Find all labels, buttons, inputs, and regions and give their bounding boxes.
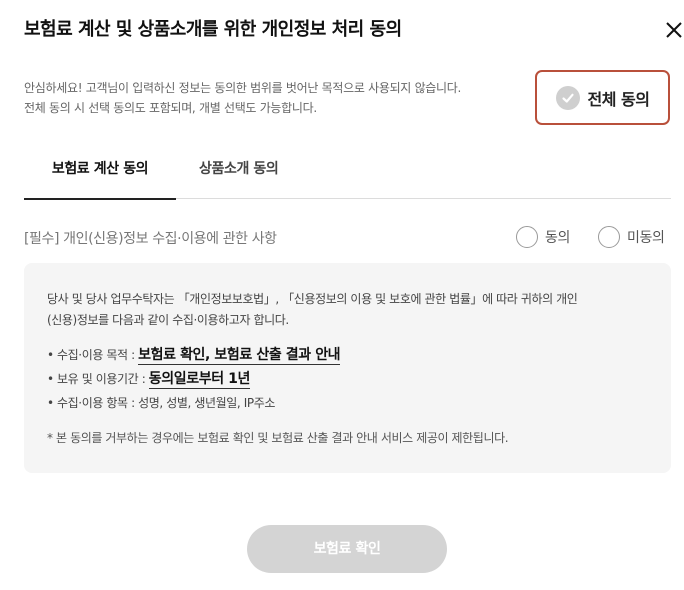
details-list: • 수집·이용 목적 : 보험료 확인, 보험료 산출 결과 안내 • 보유 및 이… <box>47 343 341 415</box>
bullet-dot-icon: • <box>47 348 54 362</box>
close-icon[interactable] <box>664 20 684 40</box>
item-value: 보험료 확인, 보험료 산출 결과 안내 <box>138 347 341 365</box>
item-value: 동의일로부터 1년 <box>148 371 250 389</box>
agree-all-button[interactable]: 전체 동의 <box>535 70 670 125</box>
disagree-radio[interactable]: 미동의 <box>598 226 665 248</box>
agree-radio[interactable]: 동의 <box>516 226 570 248</box>
details-intro: 당사 및 당사 업무수탁자는 「개인정보보호법」, 「신용정보의 이용 및 보호… <box>47 289 578 331</box>
radio-circle-icon[interactable] <box>598 226 620 248</box>
list-item: • 보유 및 이용기간 : 동의일로부터 1년 <box>47 367 340 391</box>
bullet-dot-icon: • <box>47 372 54 386</box>
notice-line-2: 전체 동의 시 선택 동의도 포함되며, 개별 선택도 가능합니다. <box>24 101 317 115</box>
tab-premium-calculation[interactable]: 보험료 계산 동의 <box>24 150 176 200</box>
list-item: • 수집·이용 항목 : 성명, 성별, 생년월일, IP주소 <box>47 391 340 415</box>
consent-details-box: 당사 및 당사 업무수탁자는 「개인정보보호법」, 「신용정보의 이용 및 보호… <box>24 263 671 473</box>
details-intro-line-1: 당사 및 당사 업무수탁자는 「개인정보보호법」, 「신용정보의 이용 및 보호… <box>47 292 578 306</box>
close-button[interactable] <box>664 20 684 40</box>
consent-tabs: 보험료 계산 동의 상품소개 동의 <box>24 150 671 200</box>
item-label: 수집·이용 항목 : 성명, 성별, 생년월일, IP주소 <box>57 396 276 410</box>
details-footnote: * 본 동의를 거부하는 경우에는 보험료 확인 및 보험료 산출 결과 안내 … <box>47 431 509 445</box>
consent-item-title: [필수] 개인(신용)정보 수집·이용에 관한 사항 <box>24 231 277 247</box>
disagree-radio-label: 미동의 <box>627 230 665 246</box>
bullet-dot-icon: • <box>47 396 54 410</box>
agree-all-label: 전체 동의 <box>587 89 650 109</box>
item-label: 수집·이용 목적 : <box>57 348 139 362</box>
tab-product-introduction[interactable]: 상품소개 동의 <box>199 150 309 199</box>
check-circle-icon <box>555 85 580 110</box>
privacy-notice: 안심하세요! 고객님이 입력하신 정보는 동의한 범위를 벗어난 목적으로 사용… <box>24 78 461 118</box>
agree-radio-label: 동의 <box>545 230 570 246</box>
details-intro-line-2: (신용)정보를 다음과 같이 수집·이용하고자 합니다. <box>47 313 289 327</box>
notice-line-1: 안심하세요! 고객님이 입력하신 정보는 동의한 범위를 벗어난 목적으로 사용… <box>24 81 462 95</box>
radio-circle-icon[interactable] <box>516 226 538 248</box>
confirm-premium-button[interactable]: 보험료 확인 <box>247 525 447 573</box>
modal-title: 보험료 계산 및 상품소개를 위한 개인정보 처리 동의 <box>24 19 402 40</box>
consent-item-row: [필수] 개인(신용)정보 수집·이용에 관한 사항 동의 미동의 <box>24 226 671 250</box>
list-item: • 수집·이용 목적 : 보험료 확인, 보험료 산출 결과 안내 <box>47 343 341 367</box>
item-label: 보유 및 이용기간 : <box>57 372 149 386</box>
